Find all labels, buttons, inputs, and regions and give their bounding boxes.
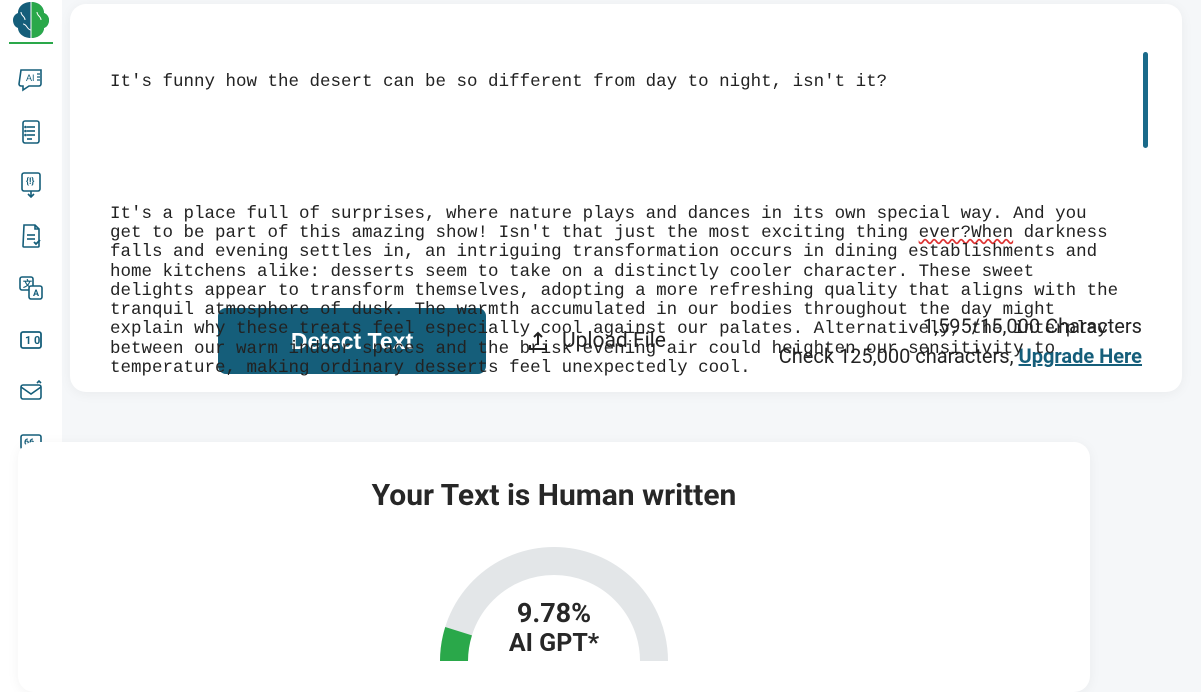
- text-content[interactable]: It's funny how the desert can be so diff…: [110, 34, 1142, 417]
- mail-icon: [17, 378, 45, 406]
- svg-text:AI: AI: [26, 73, 35, 83]
- gauge-percent: 9.78%: [509, 597, 599, 629]
- sidebar-item-ai-chat[interactable]: AI: [11, 60, 51, 100]
- sidebar-item-document-list[interactable]: [11, 112, 51, 152]
- ai-chat-icon: AI: [17, 66, 45, 94]
- ai-gauge: 9.78% AI GPT*: [424, 531, 684, 671]
- text-editor[interactable]: It's funny how the desert can be so diff…: [110, 34, 1142, 284]
- svg-text:1 0: 1 0: [25, 334, 40, 347]
- sidebar-item-mail[interactable]: [11, 372, 51, 412]
- text-line-1: It's funny how the desert can be so diff…: [110, 72, 887, 92]
- spell-error: ever?When: [919, 223, 1014, 243]
- main-card: It's funny how the desert can be so diff…: [70, 4, 1182, 392]
- sidebar-item-code-view[interactable]: 1 0: [11, 320, 51, 360]
- svg-text:{!}: {!}: [26, 177, 34, 187]
- brain-logo[interactable]: [9, 0, 53, 44]
- document-list-icon: [17, 118, 45, 146]
- doc-check-icon: [17, 222, 45, 250]
- sidebar-item-doc-check[interactable]: [11, 216, 51, 256]
- gauge-center: 9.78% AI GPT*: [509, 597, 599, 658]
- gauge-label: AI GPT*: [509, 629, 599, 658]
- download-analysis-icon: {!}: [17, 170, 45, 198]
- sidebar-item-translate[interactable]: 文 A: [11, 268, 51, 308]
- translate-icon: 文 A: [17, 274, 45, 302]
- text-para2-b: darkness falls and evening settles in, a…: [110, 223, 1129, 378]
- result-title: Your Text is Human written: [58, 478, 1050, 513]
- result-card: Your Text is Human written 9.78% AI GPT*: [18, 442, 1090, 692]
- scrollbar-thumb[interactable]: [1143, 52, 1148, 148]
- sidebar-item-download-analysis[interactable]: {!}: [11, 164, 51, 204]
- svg-text:A: A: [33, 289, 40, 299]
- code-view-icon: 1 0: [17, 326, 45, 354]
- brain-icon: [9, 0, 53, 40]
